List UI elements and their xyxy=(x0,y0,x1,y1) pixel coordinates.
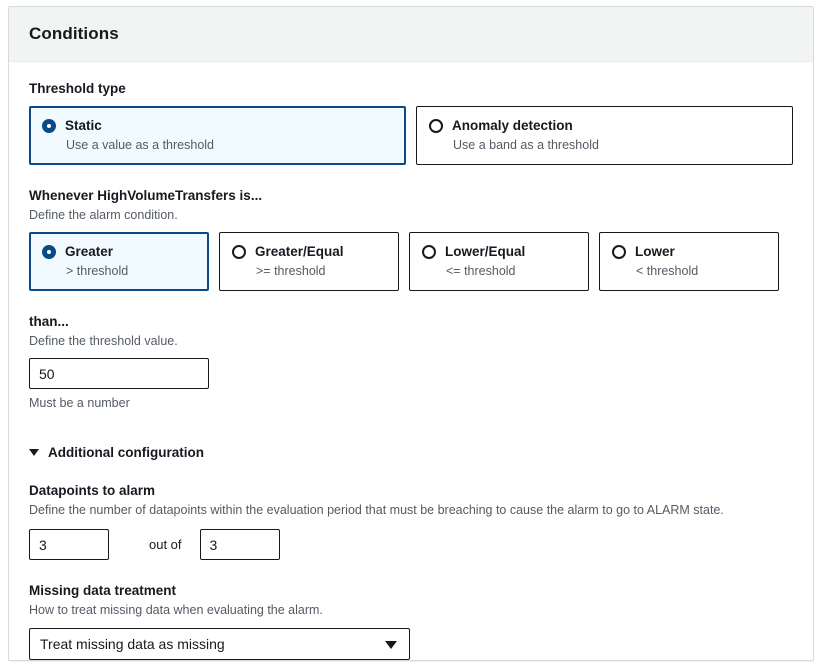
alarm-condition-description: Define the alarm condition. xyxy=(29,208,178,222)
option-subtitle: < threshold xyxy=(636,264,699,278)
radio-icon xyxy=(429,119,443,133)
option-title: Lower xyxy=(635,244,675,259)
conditions-panel: Conditions Threshold type Static Use a v… xyxy=(8,6,814,661)
operator-option-greater[interactable]: Greater > threshold xyxy=(29,232,209,291)
threshold-value-label: than... xyxy=(29,314,69,329)
option-subtitle: Use a value as a threshold xyxy=(66,138,215,152)
radio-icon xyxy=(422,245,436,259)
alarm-condition-group: Whenever HighVolumeTransfers is... Defin… xyxy=(29,187,793,291)
datapoints-separator-label: out of xyxy=(149,537,182,552)
option-subtitle: > threshold xyxy=(66,264,129,278)
radio-icon xyxy=(232,245,246,259)
missing-data-treatment-group: Missing data treatment How to treat miss… xyxy=(29,582,793,660)
missing-data-label: Missing data treatment xyxy=(29,583,177,598)
radio-icon xyxy=(42,245,56,259)
option-title: Greater/Equal xyxy=(255,244,344,259)
option-title: Anomaly detection xyxy=(452,118,573,133)
tile-texts: Greater/Equal >= threshold xyxy=(255,243,344,279)
missing-data-description: How to treat missing data when evaluatin… xyxy=(29,603,323,617)
threshold-value-constraint: Must be a number xyxy=(29,396,130,410)
comparison-operator-options: Greater > threshold Greater/Equal >= thr… xyxy=(29,232,793,291)
additional-configuration-toggle[interactable]: Additional configuration xyxy=(29,445,793,460)
operator-option-lower[interactable]: Lower < threshold xyxy=(599,232,779,291)
alarm-condition-label: Whenever HighVolumeTransfers is... xyxy=(29,188,263,203)
option-title: Lower/Equal xyxy=(445,244,526,259)
tile-texts: Greater > threshold xyxy=(65,243,128,279)
threshold-type-options: Static Use a value as a threshold Anomal… xyxy=(29,106,793,165)
option-subtitle: <= threshold xyxy=(446,264,516,278)
datapoints-evaluation-input[interactable] xyxy=(199,529,280,560)
missing-data-select[interactable]: Treat missing data as missing xyxy=(29,628,410,660)
radio-icon xyxy=(42,119,56,133)
option-subtitle: >= threshold xyxy=(256,264,326,278)
operator-option-lower-equal[interactable]: Lower/Equal <= threshold xyxy=(409,232,589,291)
panel-header: Conditions xyxy=(9,7,813,62)
additional-configuration-label: Additional configuration xyxy=(48,445,204,460)
panel-body: Threshold type Static Use a value as a t… xyxy=(9,62,813,660)
datapoints-breaching-input[interactable] xyxy=(29,529,109,560)
datapoints-label: Datapoints to alarm xyxy=(29,483,156,498)
threshold-value-group: than... Define the threshold value. Must… xyxy=(29,313,793,411)
threshold-type-group: Threshold type Static Use a value as a t… xyxy=(29,80,793,165)
threshold-type-label: Threshold type xyxy=(29,81,126,96)
conditions-page: Conditions Threshold type Static Use a v… xyxy=(0,0,824,669)
caret-down-icon xyxy=(29,449,39,456)
option-title: Static xyxy=(65,118,102,133)
option-title: Greater xyxy=(65,244,114,259)
tile-texts: Static Use a value as a threshold xyxy=(65,117,214,153)
threshold-type-option-static[interactable]: Static Use a value as a threshold xyxy=(29,106,406,165)
radio-icon xyxy=(612,245,626,259)
operator-option-greater-equal[interactable]: Greater/Equal >= threshold xyxy=(219,232,399,291)
tile-texts: Anomaly detection Use a band as a thresh… xyxy=(452,117,599,153)
page-title: Conditions xyxy=(29,24,119,43)
datapoints-to-alarm-group: Datapoints to alarm Define the number of… xyxy=(29,482,793,560)
tile-texts: Lower/Equal <= threshold xyxy=(445,243,525,279)
tile-texts: Lower < threshold xyxy=(635,243,698,279)
datapoints-inputs: out of xyxy=(29,529,793,560)
threshold-value-input[interactable] xyxy=(29,358,209,389)
missing-data-select-wrapper: Treat missing data as missing xyxy=(29,628,410,660)
missing-data-selected-value: Treat missing data as missing xyxy=(40,636,225,652)
datapoints-description: Define the number of datapoints within t… xyxy=(29,503,724,517)
threshold-value-description: Define the threshold value. xyxy=(29,334,178,348)
option-subtitle: Use a band as a threshold xyxy=(453,138,599,152)
threshold-type-option-anomaly-detection[interactable]: Anomaly detection Use a band as a thresh… xyxy=(416,106,793,165)
